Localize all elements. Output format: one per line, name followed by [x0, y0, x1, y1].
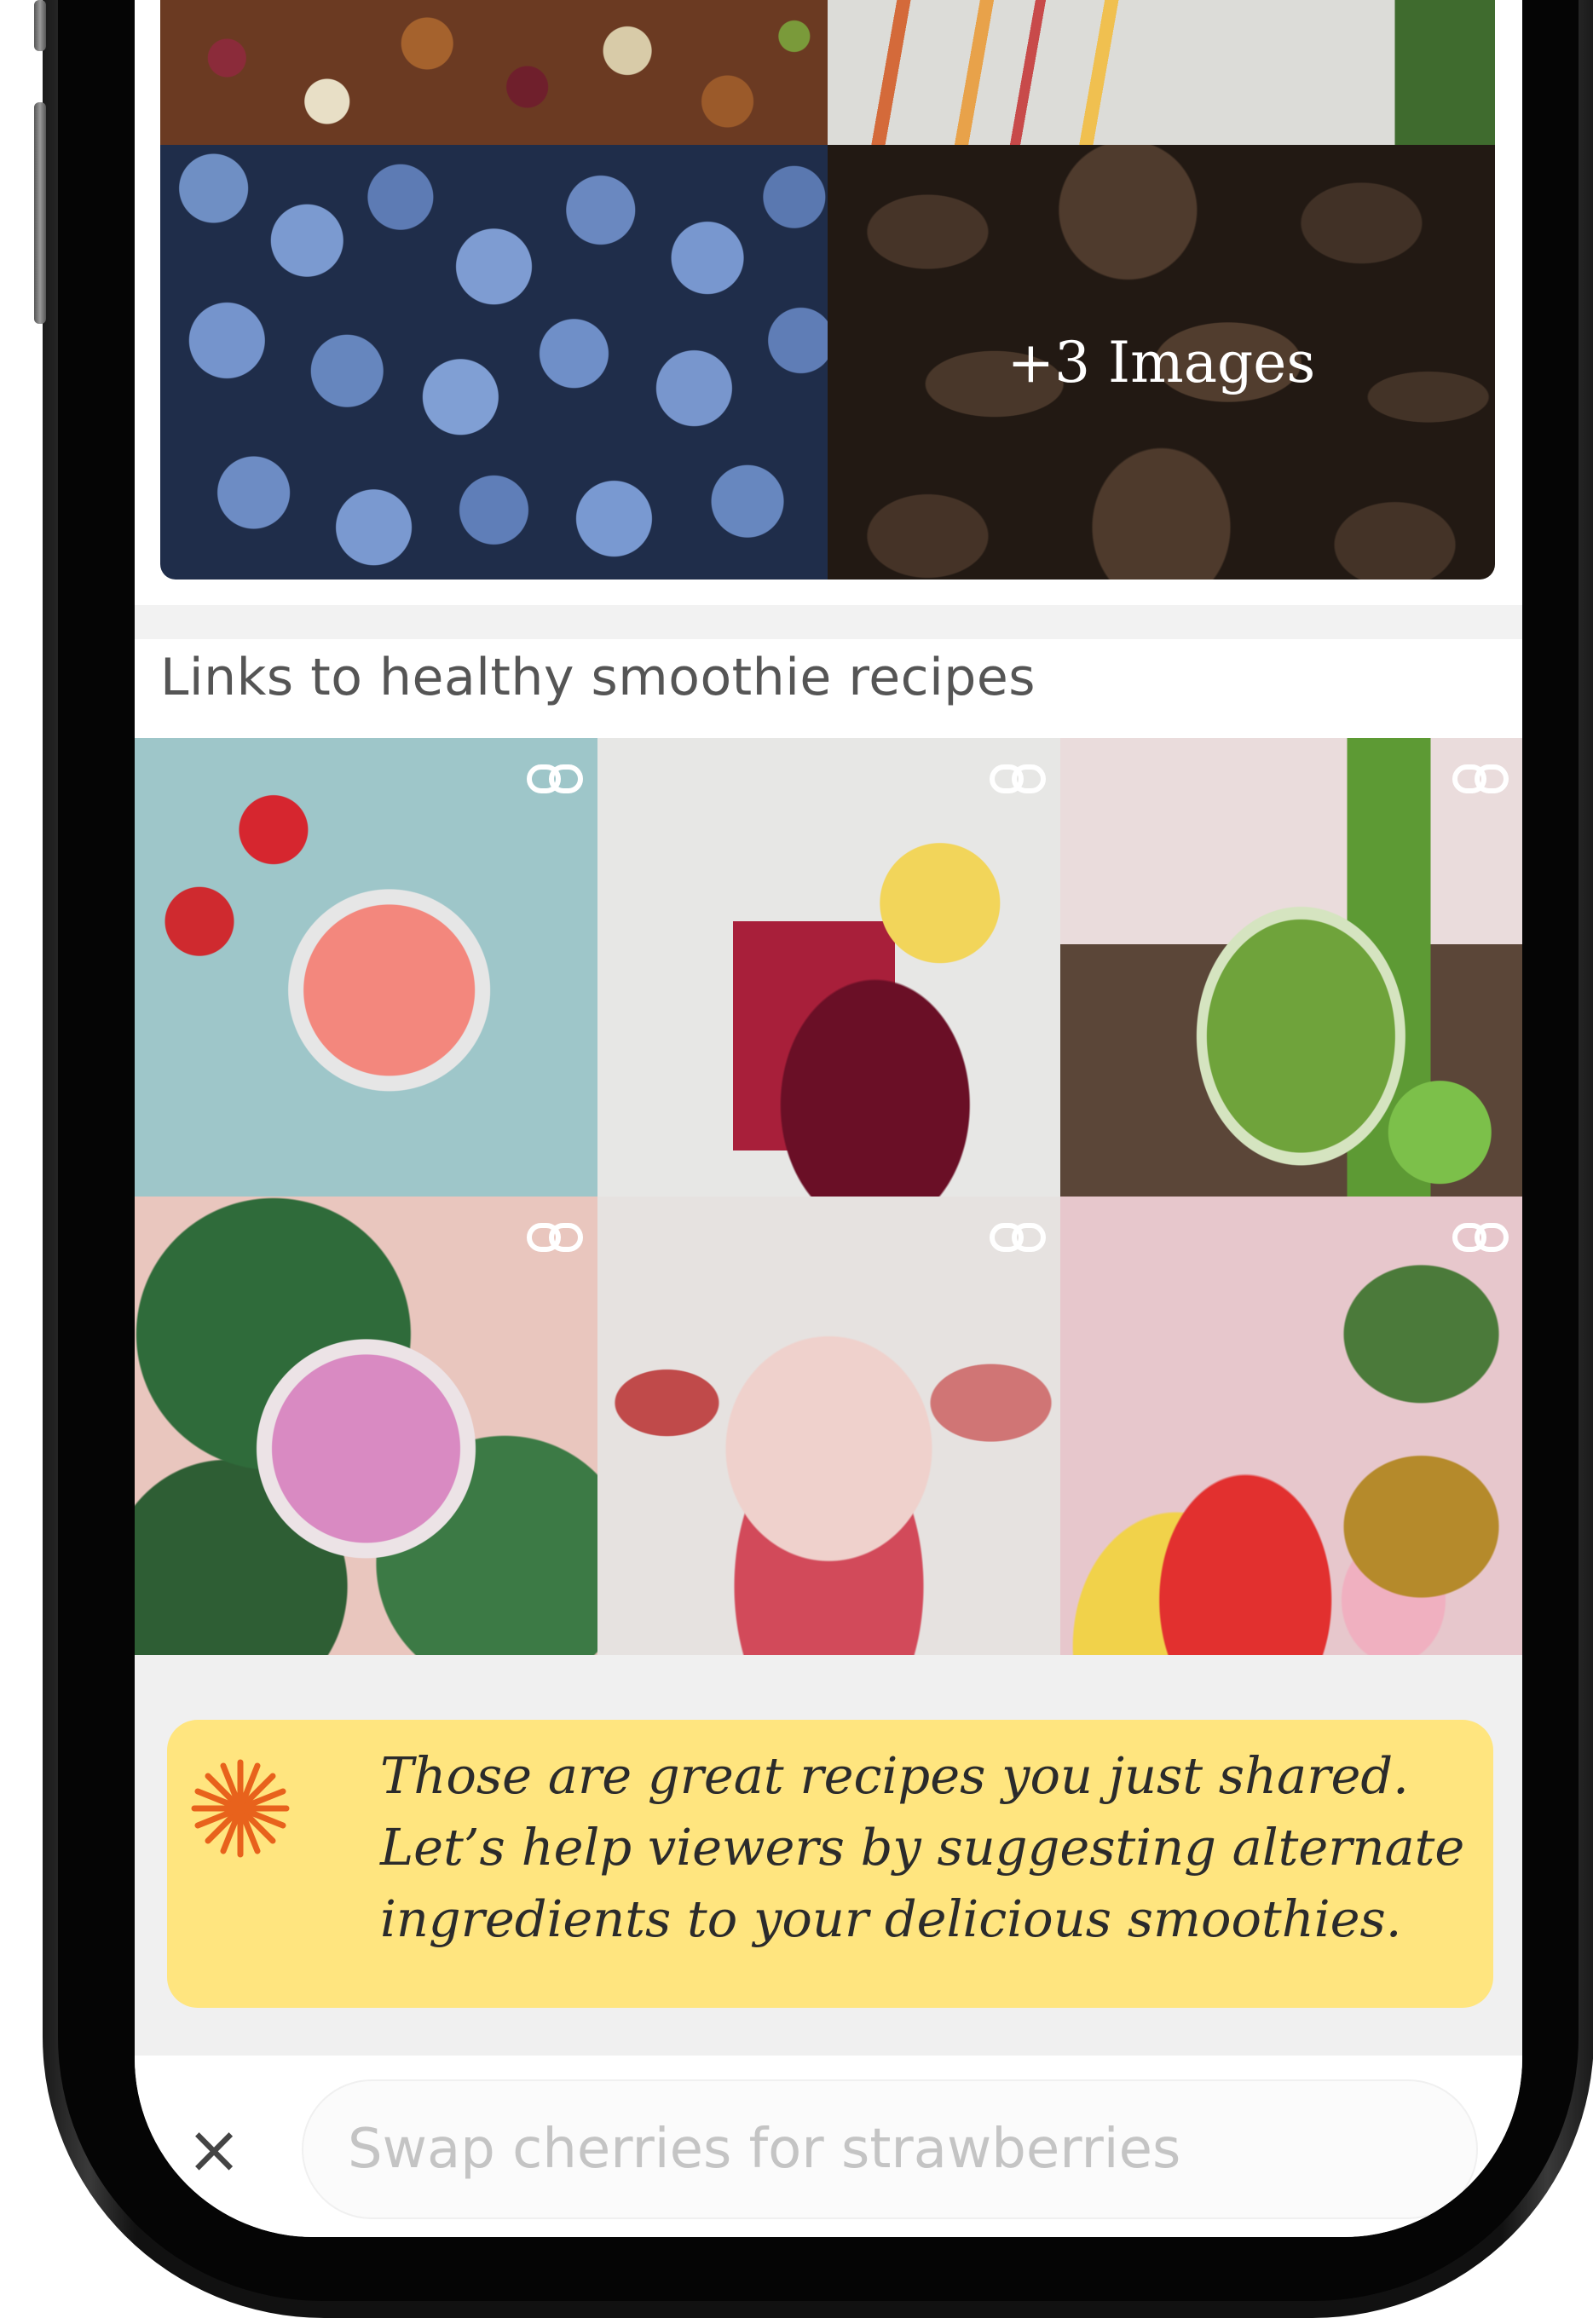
assistant-message-line: Let’s help viewers by suggesting alterna… — [380, 1818, 1465, 1877]
recipe-link-card[interactable] — [1060, 738, 1522, 1197]
recipe-link-card[interactable] — [135, 738, 597, 1197]
image-gallery: +3 Images — [160, 0, 1495, 580]
recipe-link-card[interactable] — [1060, 1197, 1522, 1655]
recipe-link-card[interactable] — [597, 1197, 1060, 1655]
assistant-suggestion-card: Those are great recipes you just shared.… — [167, 1720, 1493, 2008]
assistant-message: Those are great recipes you just shared.… — [380, 1740, 1480, 1955]
link-icon — [990, 1223, 1046, 1252]
link-icon — [990, 764, 1046, 793]
gallery-image-nuts[interactable] — [160, 0, 828, 145]
suggestion-input[interactable] — [302, 2079, 1478, 2219]
more-images-label[interactable]: +3 Images — [828, 145, 1495, 580]
sparkle-icon — [191, 1759, 290, 1858]
assistant-message-line: Those are great recipes you just shared. — [380, 1746, 1409, 1805]
section-divider — [135, 605, 1522, 639]
close-icon[interactable]: × — [184, 2117, 244, 2183]
gallery-image-carrots[interactable] — [828, 0, 1495, 145]
phone-side-button-top — [34, 0, 46, 51]
section-title: Links to healthy smoothie recipes — [160, 648, 1036, 707]
recipe-links-grid — [135, 738, 1522, 1655]
link-icon — [527, 1223, 583, 1252]
gallery-image-more[interactable]: +3 Images — [828, 145, 1495, 580]
assistant-message-line: ingredients to your delicious smoothies. — [380, 1889, 1402, 1948]
composer-bar: × — [135, 2056, 1522, 2237]
recipe-link-card[interactable] — [135, 1197, 597, 1655]
phone-screen: +3 Images Links to healthy smoothie reci… — [135, 0, 1522, 2237]
link-icon — [527, 764, 583, 793]
link-icon — [1452, 1223, 1509, 1252]
link-icon — [1452, 764, 1509, 793]
gallery-image-blueberries[interactable] — [160, 145, 828, 580]
phone-side-button — [34, 102, 46, 324]
recipe-link-card[interactable] — [597, 738, 1060, 1197]
